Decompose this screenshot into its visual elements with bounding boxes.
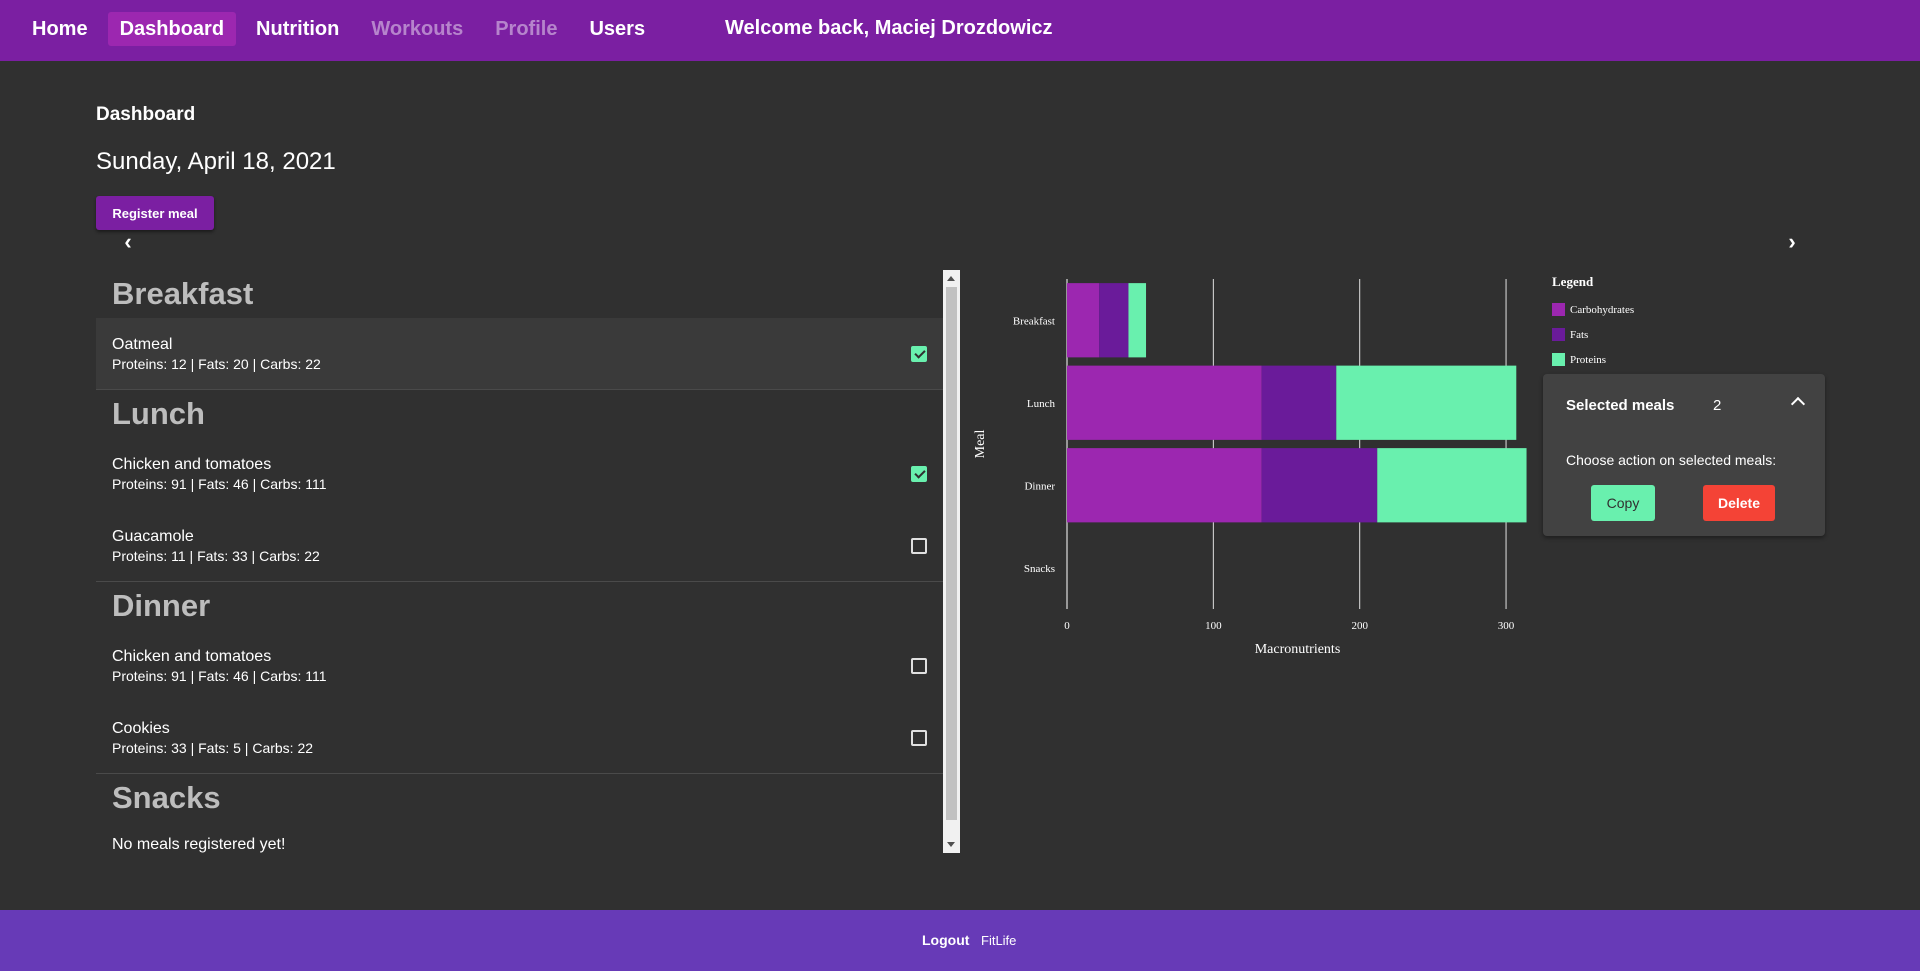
nav-menu: Home Dashboard Nutrition Workouts Profil… xyxy=(20,12,665,46)
chart-ytick-label: Snacks xyxy=(1024,563,1055,575)
meal-name: Oatmeal xyxy=(112,336,173,353)
meal-item[interactable]: Cookies Proteins: 33 | Fats: 5 | Carbs: … xyxy=(96,702,944,774)
meal-name: Chicken and tomatoes xyxy=(112,456,272,473)
top-navbar: Home Dashboard Nutrition Workouts Profil… xyxy=(0,0,1920,61)
chart-bar xyxy=(1067,365,1262,440)
current-date: Sunday, April 18, 2021 xyxy=(96,148,336,175)
chart-bar xyxy=(1336,365,1517,440)
meal-checkbox[interactable] xyxy=(911,658,927,674)
meal-checkbox[interactable] xyxy=(911,730,927,746)
brand-name: FitLife xyxy=(981,933,1017,948)
legend-title: Legend xyxy=(1552,274,1594,289)
chevron-right-icon[interactable]: › xyxy=(1782,231,1802,253)
meal-macros: Proteins: 12 | Fats: 20 | Carbs: 22 xyxy=(112,356,321,372)
chart-bar xyxy=(1377,448,1527,523)
chart-xtick-label: 300 xyxy=(1498,620,1515,632)
register-meal-button[interactable]: Register meal xyxy=(96,196,214,230)
section-title-dinner: Dinner xyxy=(112,588,211,623)
chart-xtick-label: 100 xyxy=(1205,620,1222,632)
nav-nutrition[interactable]: Nutrition xyxy=(244,12,351,46)
meal-macros: Proteins: 91 | Fats: 46 | Carbs: 111 xyxy=(112,476,327,492)
copy-button[interactable]: Copy xyxy=(1591,485,1655,521)
page-title: Dashboard xyxy=(96,104,196,125)
nav-profile[interactable]: Profile xyxy=(483,12,569,46)
meal-item[interactable]: Chicken and tomatoes Proteins: 91 | Fats… xyxy=(96,438,944,510)
nav-workouts[interactable]: Workouts xyxy=(359,12,475,46)
meal-name: Chicken and tomatoes xyxy=(112,648,272,665)
meal-macros: Proteins: 33 | Fats: 5 | Carbs: 22 xyxy=(112,740,314,756)
legend-swatch xyxy=(1552,353,1565,366)
meal-checkbox[interactable] xyxy=(911,538,927,554)
meal-macros: Proteins: 91 | Fats: 46 | Carbs: 111 xyxy=(112,668,327,684)
chart-bar xyxy=(1067,283,1100,358)
nav-dashboard[interactable]: Dashboard xyxy=(107,12,237,46)
chart-bar xyxy=(1128,283,1147,358)
meal-checkbox[interactable] xyxy=(911,346,927,362)
legend-swatch xyxy=(1552,303,1565,316)
meal-item[interactable]: Guacamole Proteins: 11 | Fats: 33 | Carb… xyxy=(96,510,944,582)
selected-meals-panel: Selected meals 2 Choose action on select… xyxy=(1543,374,1825,536)
chart-bar xyxy=(1261,365,1337,440)
delete-button[interactable]: Delete xyxy=(1703,485,1775,521)
scroll-up-icon[interactable] xyxy=(947,276,955,281)
chart-ytick-label: Breakfast xyxy=(1013,315,1055,327)
nav-home[interactable]: Home xyxy=(20,12,100,46)
section-title-lunch: Lunch xyxy=(112,396,205,431)
chart-ytick-label: Lunch xyxy=(1027,398,1056,410)
chart-xtick-label: 0 xyxy=(1064,620,1070,632)
selected-meals-label: Selected meals xyxy=(1566,397,1675,414)
meal-checkbox[interactable] xyxy=(911,466,927,482)
chart-ytick-label: Dinner xyxy=(1024,480,1055,492)
logout-link[interactable]: Logout xyxy=(922,932,969,948)
chart-ylabel: Meal xyxy=(973,430,988,459)
scroll-thumb[interactable] xyxy=(946,287,957,820)
welcome-message: Welcome back, Maciej Drozdowicz xyxy=(725,17,1053,39)
chart-bar xyxy=(1067,448,1262,523)
chevron-up-icon[interactable] xyxy=(1790,396,1806,412)
meal-list: Breakfast Oatmeal Proteins: 12 | Fats: 2… xyxy=(96,270,944,853)
legend-label: Carbohydrates xyxy=(1570,304,1634,316)
meal-item[interactable]: Chicken and tomatoes Proteins: 91 | Fats… xyxy=(96,630,944,702)
scroll-down-icon[interactable] xyxy=(947,842,955,847)
nav-users[interactable]: Users xyxy=(577,12,657,46)
meal-item[interactable]: Oatmeal Proteins: 12 | Fats: 20 | Carbs:… xyxy=(96,318,944,390)
legend-label: Proteins xyxy=(1570,354,1606,366)
chart-bar xyxy=(1261,448,1378,523)
meal-name: Cookies xyxy=(112,720,170,737)
legend-label: Fats xyxy=(1570,329,1588,341)
chart-xtick-label: 200 xyxy=(1351,620,1368,632)
chevron-left-icon[interactable]: ‹ xyxy=(118,231,138,253)
meal-macros: Proteins: 11 | Fats: 33 | Carbs: 22 xyxy=(112,548,320,564)
legend-swatch xyxy=(1552,328,1565,341)
empty-meals-text: No meals registered yet! xyxy=(112,836,286,853)
footer: Logout FitLife xyxy=(0,910,1920,971)
selected-meals-count: 2 xyxy=(1713,397,1722,414)
chart-bar xyxy=(1099,283,1129,358)
selected-meals-prompt: Choose action on selected meals: xyxy=(1566,452,1777,468)
section-title-breakfast: Breakfast xyxy=(112,276,254,311)
meal-list-scrollbar[interactable] xyxy=(943,270,960,853)
section-title-snacks: Snacks xyxy=(112,780,221,815)
meal-name: Guacamole xyxy=(112,528,194,545)
chart-xlabel: Macronutrients xyxy=(1255,642,1341,657)
